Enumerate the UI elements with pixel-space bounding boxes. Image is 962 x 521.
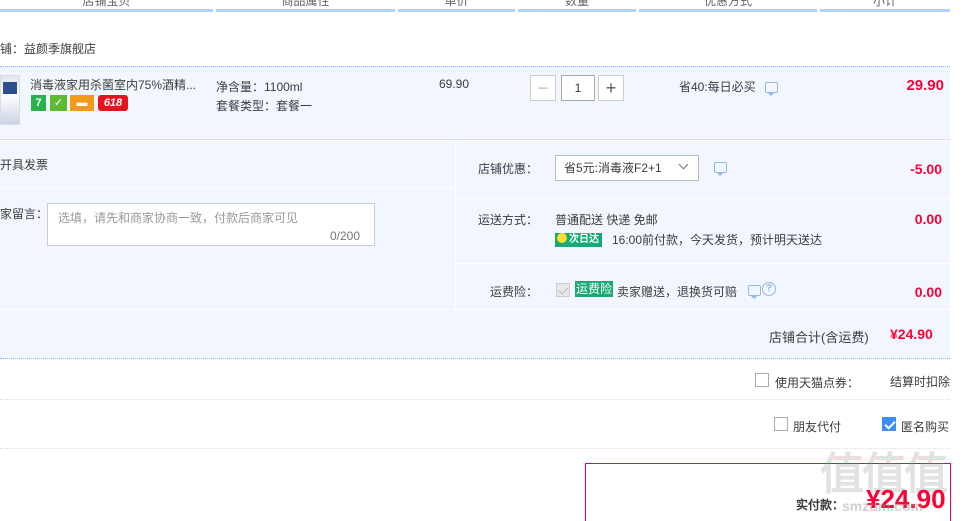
anonymous-checkbox[interactable]	[882, 417, 896, 431]
shipping-method: 普通配送 快递 免邮	[555, 213, 658, 227]
header-col-price: 单价	[444, 0, 469, 8]
insurance-checkbox[interactable]	[556, 283, 570, 297]
product-attr-volume: 净含量：1100ml	[216, 80, 303, 94]
header-col-subtotal: 小计	[872, 0, 897, 8]
invoice-option[interactable]: 开具发票	[0, 156, 48, 173]
coupon-selected-value: 省5元:消毒液F2+1	[564, 161, 662, 175]
lightning-icon	[557, 233, 567, 243]
header-underline	[639, 9, 817, 12]
insurance-amount: 0.00	[914, 284, 942, 300]
row-divider	[0, 399, 950, 400]
payment-label: 实付款：	[796, 498, 845, 512]
shop-total-amount: ¥24.90	[890, 326, 933, 342]
points-note: 结算时扣除	[890, 375, 951, 389]
points-checkbox[interactable]	[755, 373, 769, 387]
chat-bubble-icon[interactable]	[748, 285, 761, 299]
header-underline	[216, 9, 395, 12]
header-col-qty: 数量	[564, 0, 589, 8]
coupon-label: 店铺优惠：	[478, 162, 539, 176]
shipping-label: 运送方式：	[478, 213, 539, 227]
next-day-label: 次日达	[569, 234, 599, 245]
points-label: 使用天猫点券：	[775, 376, 860, 390]
help-icon[interactable]: ?	[762, 282, 776, 296]
coupon-select[interactable]: 省5元:消毒液F2+1	[555, 155, 699, 181]
message-char-count: 0/200	[330, 229, 361, 243]
table-header: 店铺宝贝 商品属性 单价 数量 优惠方式 小计	[0, 0, 950, 12]
header-underline	[820, 9, 950, 12]
anonymous-label: 匿名购买	[901, 420, 950, 434]
quantity-increase-button[interactable]: +	[598, 75, 624, 101]
panel-divider	[455, 141, 456, 309]
row-divider	[0, 448, 950, 449]
order-confirm-page: 店铺宝贝 商品属性 单价 数量 优惠方式 小计 铺：益颜季旗舰店 消毒液家用杀菌…	[0, 0, 962, 521]
header-col-discount: 优惠方式	[703, 0, 752, 8]
product-thumbnail[interactable]	[0, 75, 20, 125]
message-label: 家留言：	[0, 207, 49, 221]
shipping-amount: 0.00	[914, 211, 942, 227]
shop-total-label: 店铺合计(含运费)	[769, 330, 869, 345]
authentic-guarantee-icon[interactable]: ✓	[50, 95, 67, 111]
insurance-badge: 运费险	[575, 281, 613, 297]
chat-bubble-icon[interactable]	[765, 82, 778, 96]
header-underline	[0, 9, 213, 12]
message-placeholder: 选填，请先和商家协商一致，付款后商家可见	[58, 211, 299, 225]
shipping-note: 16:00前付款，今天发货，预计明天送达	[612, 233, 823, 247]
promo-618-icon[interactable]: 618	[98, 95, 128, 111]
product-attr-package: 套餐类型：套餐一	[216, 99, 313, 113]
chat-bubble-icon[interactable]	[714, 162, 727, 176]
item-subtotal: 29.90	[906, 77, 944, 94]
quantity-input[interactable]: 1	[561, 75, 595, 101]
shop-name[interactable]: 铺：益颜季旗舰店	[0, 40, 96, 57]
panel-divider	[456, 198, 950, 199]
header-col-item: 店铺宝贝	[82, 0, 131, 8]
header-underline	[518, 9, 636, 12]
insurance-note: 卖家赠送，退换货可赔	[617, 285, 738, 299]
credit-card-icon[interactable]: ▬	[70, 95, 94, 111]
header-underline	[398, 9, 515, 12]
next-day-badge: 次日达	[555, 233, 602, 247]
seven-day-return-icon[interactable]: 7	[31, 95, 46, 111]
unit-price: 69.90	[439, 77, 470, 91]
coupon-amount: -5.00	[910, 161, 942, 177]
panel-divider	[0, 187, 455, 188]
friend-pay-label: 朋友代付	[793, 420, 842, 434]
panel-divider	[0, 309, 950, 310]
insurance-label: 运费险：	[490, 285, 539, 299]
discount-method: 省40:每日必买	[679, 80, 756, 94]
panel-divider	[456, 263, 950, 264]
product-title-link[interactable]: 消毒液家用杀菌室内75%酒精...	[30, 76, 196, 93]
friend-pay-checkbox[interactable]	[774, 417, 788, 431]
site-watermark-url: smzdm.com	[842, 498, 923, 514]
quantity-decrease-button[interactable]: −	[530, 75, 556, 101]
header-col-attr: 商品属性	[281, 0, 330, 8]
